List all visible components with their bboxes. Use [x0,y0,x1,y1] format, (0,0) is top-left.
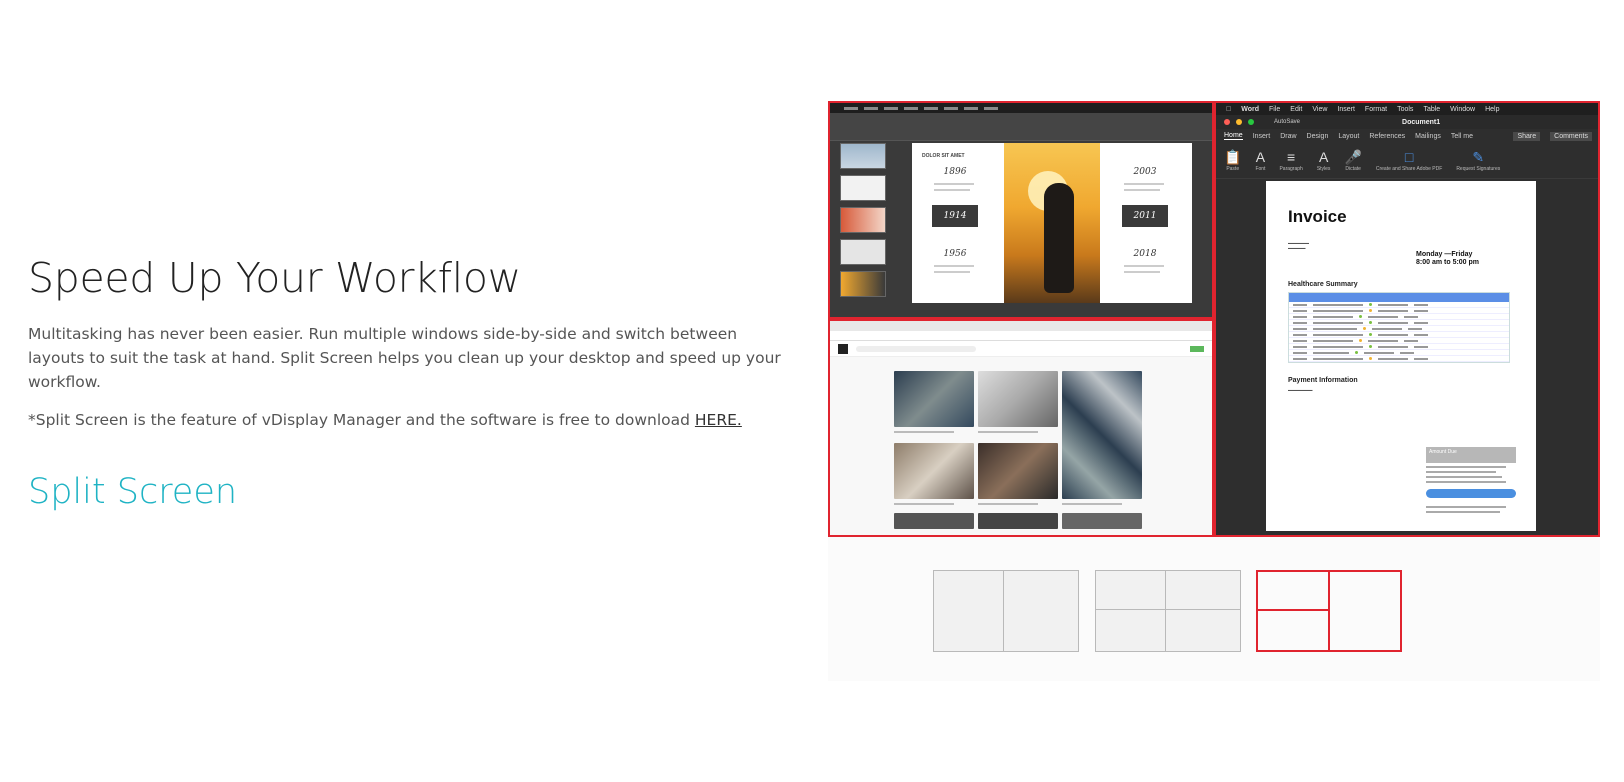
year-label: 2018 [1133,249,1157,259]
desktop-screenshot: DOLOR SIT AMET 1896 1914 1956 2003 2011 … [828,101,1600,537]
gallery-photo [978,371,1058,427]
invoice-title: Invoice [1288,207,1347,226]
page-heading: Speed Up Your Workflow [28,254,521,302]
gallery-photo [894,513,974,529]
ribbon-tab: Mailings [1415,132,1441,140]
gallery-photo [978,443,1058,499]
download-note: *Split Screen is the feature of vDisplay… [28,408,798,432]
pdf-icon: □ [1404,148,1414,165]
healthcare-summary-table [1288,292,1510,363]
ribbon-tab: Tell me [1450,132,1474,140]
comments-button: Comments [1550,131,1592,141]
document-name: Document1 [1402,118,1441,126]
signature-icon: ✎ [1472,148,1485,165]
maximize-dot-icon [1248,119,1254,125]
intro-section: Speed Up Your Workflow Multitasking has … [28,253,798,514]
clipboard-icon: 📋 [1224,148,1242,165]
word-ribbon-tools: 📋 Paste A Font ≡ Paragraph A Styles 🎤 Dictate… [1216,143,1598,179]
pp-ribbon [830,113,1212,141]
site-logo [838,343,848,354]
word-titlebar: AutoSave Document1 [1216,115,1598,129]
runner-photo [1004,143,1100,303]
layout-two-column-button[interactable] [933,570,1079,652]
menu-item: File [1263,105,1280,113]
styles-tool: A Styles [1316,148,1331,172]
photo-site-header [830,341,1212,357]
menu-item: Format [1359,105,1387,113]
microphone-icon: 🎤 [1344,148,1362,165]
word-window:  Word File Edit View Insert Format Tool… [1214,101,1600,537]
ribbon-tab: Layout [1338,132,1360,140]
feature-title: Split Screen [28,472,238,512]
menu-item: Table [1418,105,1440,113]
pp-current-slide: DOLOR SIT AMET 1896 1914 1956 2003 2011 … [912,143,1192,303]
layout-four-grid-button[interactable] [1095,570,1241,652]
gallery-photo [894,371,974,427]
year-label: 1956 [943,249,967,259]
paragraph-tool: ≡ Paragraph [1279,148,1303,172]
font-tool: A Font [1255,148,1266,172]
download-note-text: *Split Screen is the feature of vDisplay… [28,411,695,429]
layout-selector [828,537,1600,681]
font-icon: A [1255,148,1266,165]
menu-item: Help [1479,105,1499,113]
site-search-bar [856,345,976,352]
ribbon-tab: References [1369,132,1406,140]
dictate-tool: 🎤 Dictate [1344,148,1362,172]
menu-item: Tools [1391,105,1413,113]
invoice-document: Invoice ▬▬▬▬▬▬ ▬▬▬▬▬ Monday —Friday 8:00… [1266,181,1536,531]
adobe-pdf-tool: □ Create and Share Adobe PDF [1375,148,1443,172]
site-signup-button [1190,345,1204,352]
payment-information-heading: Payment Information [1288,377,1358,384]
healthcare-summary-heading: Healthcare Summary [1288,281,1358,288]
slide-header: DOLOR SIT AMET [922,153,965,159]
year-label: 2003 [1133,167,1157,177]
styles-icon: A [1318,148,1329,165]
word-ribbon-tabs: Home Insert Draw Design Layout Reference… [1216,129,1598,143]
menu-item: Window [1444,105,1475,113]
paste-tool: 📋 Paste [1224,148,1242,172]
ribbon-tab: Design [1306,132,1329,140]
word-menubar:  Word File Edit View Insert Format Tool… [1216,103,1598,115]
menu-item: Word [1236,105,1259,113]
year-label: 2011 [1122,205,1168,227]
pp-slide-thumbnails [836,143,888,313]
request-signatures-tool: ✎ Request Signatures [1456,148,1501,172]
pay-button [1426,489,1516,498]
year-label: 1914 [932,205,978,227]
ribbon-tab: Draw [1280,132,1297,140]
menu-item: Insert [1332,105,1355,113]
ribbon-tab: Home [1224,132,1243,140]
minimize-dot-icon [1236,119,1242,125]
menu-item: View [1307,105,1327,113]
ribbon-tab: Insert [1252,132,1271,140]
split-screen-showcase: DOLOR SIT AMET 1896 1914 1956 2003 2011 … [828,101,1600,681]
download-link[interactable]: HERE. [695,411,742,429]
close-dot-icon [1224,119,1230,125]
paragraph-icon: ≡ [1287,148,1296,165]
share-button: Share [1513,131,1541,141]
browser-tabs [830,321,1212,331]
gallery-photo [978,513,1058,529]
menu-item: Edit [1285,105,1302,113]
gallery-photo [1062,513,1142,529]
browser-window [828,319,1214,537]
autosave-label: AutoSave [1274,119,1301,125]
layout-left-split-button[interactable] [1256,570,1402,652]
apple-icon:  [1226,106,1231,113]
intro-description: Multitasking has never been easier. Run … [28,325,781,391]
browser-address-bar [830,331,1212,341]
pp-menubar [830,103,1212,113]
gallery-photo [1062,371,1142,499]
gallery-photo [894,443,974,499]
office-hours: Monday —Friday 8:00 am to 5:00 pm [1416,251,1480,266]
year-label: 1896 [943,167,967,177]
payment-panel: Amount Due [1426,447,1516,513]
powerpoint-window: DOLOR SIT AMET 1896 1914 1956 2003 2011 … [828,101,1214,319]
